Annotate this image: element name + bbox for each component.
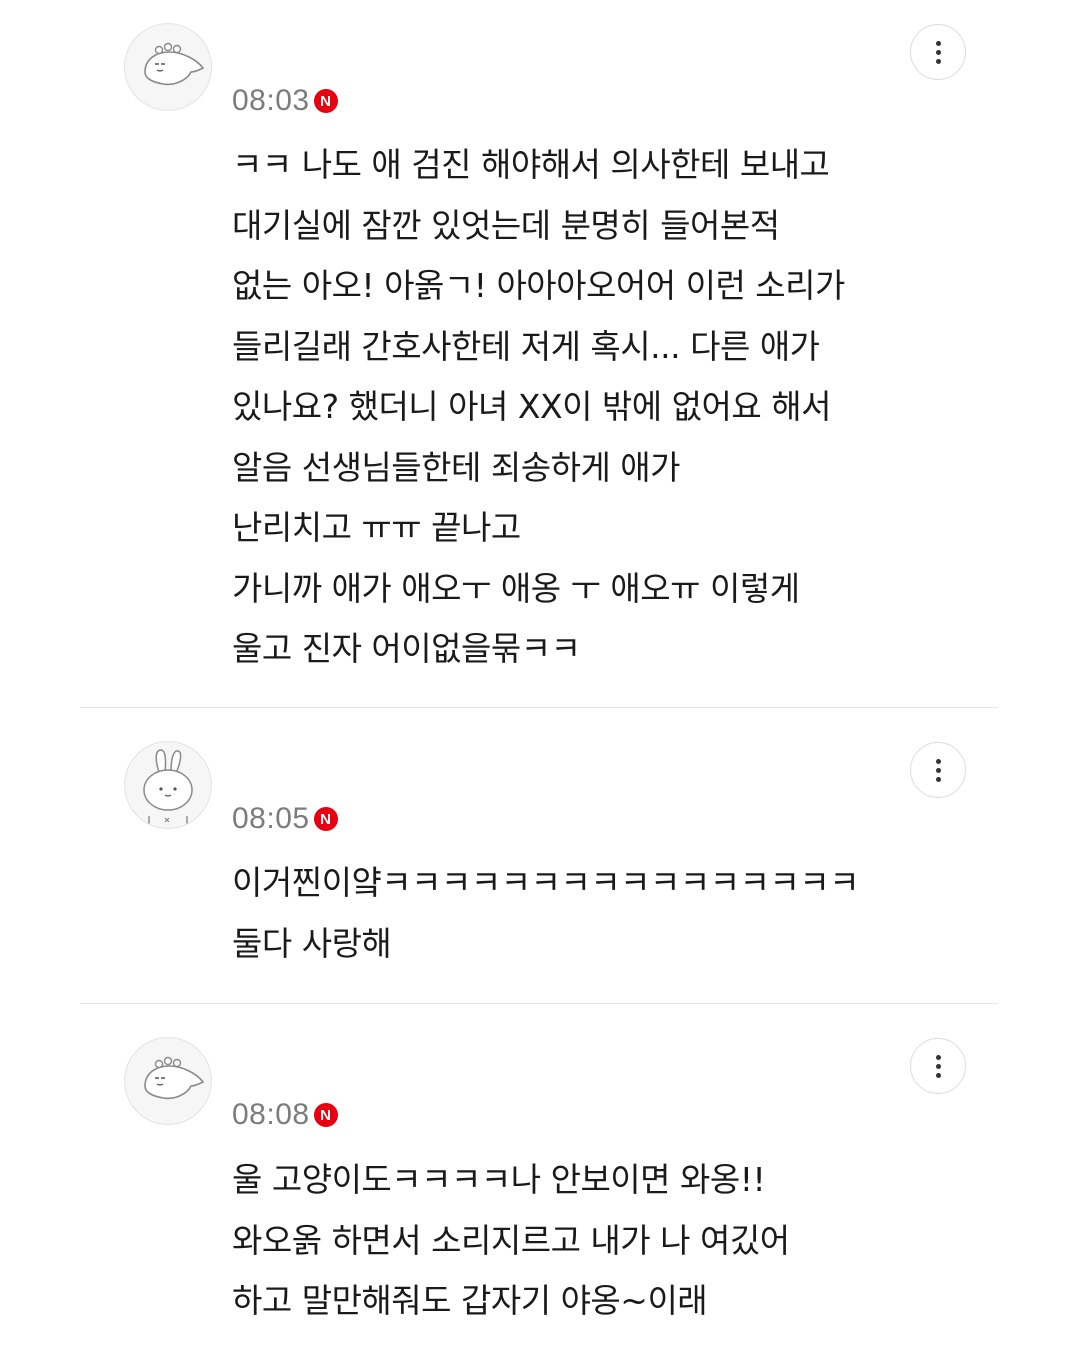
comment-divider xyxy=(80,707,998,708)
rabbit-avatar-icon[interactable] xyxy=(124,741,212,829)
comment-text-line: 대기실에 잠깐 있엇는데 분명히 들어본적 xyxy=(232,205,780,245)
dinosaur-avatar-icon[interactable] xyxy=(124,23,212,111)
comment-text-line: 가니까 애가 애오ㅜ 애옹 ㅜ 애오ㅠ 이렇게 xyxy=(232,568,800,608)
more-vertical-icon xyxy=(935,40,941,46)
more-vertical-icon xyxy=(935,1054,941,1060)
more-vertical-icon xyxy=(935,767,941,773)
comment-time: 08:05 xyxy=(232,802,310,835)
comment-text: ㅋㅋ 나도 애 검진 해야해서 의사한테 보내고 대기실에 잠깐 있엇는데 분명… xyxy=(232,135,845,680)
comment-divider xyxy=(80,1003,998,1004)
more-vertical-icon xyxy=(935,776,941,782)
new-badge-icon: N xyxy=(313,807,338,831)
new-badge-icon: N xyxy=(313,89,338,113)
comment-text-line: 없는 아오! 아옭ㄱ! 아아아오어어 이런 소리가 xyxy=(232,266,845,305)
comment-text-line: 난리치고 ㅠㅠ 끝나고 xyxy=(232,508,521,547)
more-options-button[interactable] xyxy=(910,24,966,80)
comment-text-line: 와오옭 하면서 소리지르고 내가 나 여깄어 xyxy=(232,1220,790,1260)
comment-text-line: 있나요? 했더니 아녀 XX이 밖에 없어요 해서 xyxy=(232,387,831,426)
comment-meta: 08:03 N xyxy=(232,81,338,121)
comment-text-line: 울고 진자 어이없을묶ㅋㅋ xyxy=(232,629,581,668)
comment-text-line: 둘다 사랑해 xyxy=(232,923,392,963)
more-vertical-icon xyxy=(935,1063,941,1069)
comment-time: 08:03 xyxy=(232,84,310,117)
comment-text-line: 이거찐이얔ㅋㅋㅋㅋㅋㅋㅋㅋㅋㅋㅋㅋㅋㅋㅋㅋ xyxy=(232,863,860,902)
more-vertical-icon xyxy=(935,58,941,64)
more-vertical-icon xyxy=(935,49,941,55)
comment-text-line: 알음 선생님들한테 죄송하게 애가 xyxy=(232,447,681,487)
more-options-button[interactable] xyxy=(910,742,966,798)
comment-text: 울 고양이도ㅋㅋㅋㅋ나 안보이면 와옹!! 와오옭 하면서 소리지르고 내가 나… xyxy=(232,1150,790,1332)
comment-text: 이거찐이얔ㅋㅋㅋㅋㅋㅋㅋㅋㅋㅋㅋㅋㅋㅋㅋㅋ 둘다 사랑해 xyxy=(232,853,860,974)
comment-text-line: 하고 말만해줘도 갑자기 야옹~이래 xyxy=(232,1281,708,1320)
more-vertical-icon xyxy=(935,1072,941,1078)
more-vertical-icon xyxy=(935,758,941,764)
comment-text-line: 들리길래 간호사한테 저게 혹시... 다른 애가 xyxy=(232,326,820,366)
comment-time: 08:08 xyxy=(232,1098,310,1131)
comment-meta: 08:05 N xyxy=(232,799,338,839)
comment-text-line: ㅋㅋ 나도 애 검진 해야해서 의사한테 보내고 xyxy=(232,145,830,184)
new-badge-icon: N xyxy=(313,1103,338,1127)
dinosaur-avatar-icon[interactable] xyxy=(124,1037,212,1125)
comment-meta: 08:08 N xyxy=(232,1095,338,1135)
more-options-button[interactable] xyxy=(910,1038,966,1094)
comment-text-line: 울 고양이도ㅋㅋㅋㅋ나 안보이면 와옹!! xyxy=(232,1160,766,1199)
